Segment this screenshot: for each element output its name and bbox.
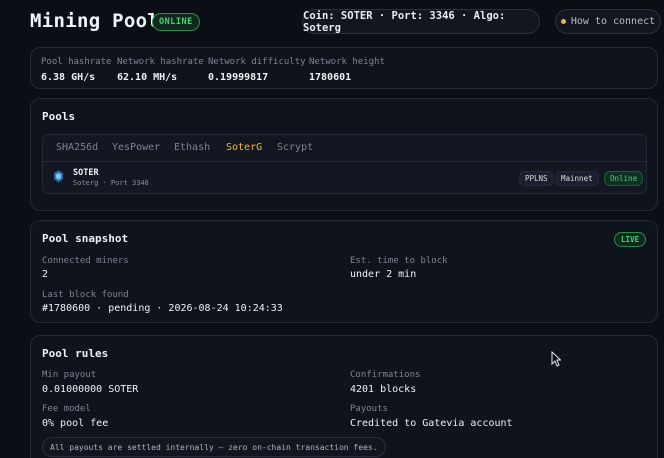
tab-soterg[interactable]: SoterG [226, 142, 262, 153]
pool-status-chip: Online [604, 171, 644, 186]
stat-value: 6.38 GH/s [41, 72, 96, 83]
pools-card: Pools SHA256d YesPower Ethash SoterG Scr… [30, 98, 658, 211]
network-stats-card: Pool hashrate 6.38 GH/s Network hashrate… [30, 47, 658, 89]
tab-yespower[interactable]: YesPower [112, 142, 160, 153]
soter-coin-icon [54, 170, 63, 183]
payouts-label: Payouts [350, 404, 388, 414]
coin-info-pill: Coin: SOTER · Port: 3346 · Algo: Soterg [302, 9, 540, 34]
page-title: Mining Pool [30, 10, 160, 32]
algo-tabs: SHA256d YesPower Ethash SoterG Scrypt [43, 135, 646, 162]
stat-pool-hashrate: Pool hashrate 6.38 GH/s [41, 57, 111, 83]
tab-ethash[interactable]: Ethash [174, 142, 210, 153]
stat-label: Network difficulty [208, 57, 306, 67]
stat-label: Network hashrate [117, 57, 204, 67]
confirmations-label: Confirmations [350, 370, 421, 380]
confirmations-value: 4201 blocks [350, 384, 417, 395]
payout-scheme-chip: PPLNS [519, 171, 554, 186]
stat-network-height: Network height 1780601 [309, 57, 385, 83]
amber-dot-icon [560, 19, 566, 24]
rules-title: Pool rules [42, 347, 109, 360]
last-block-label: Last block found [42, 290, 129, 300]
pool-name: SOTER [73, 168, 99, 178]
tab-sha256d[interactable]: SHA256d [56, 142, 98, 153]
payout-notice: All payouts are settled internally — zer… [42, 437, 386, 457]
stat-label: Pool hashrate [41, 57, 112, 67]
live-badge: LIVE [613, 232, 646, 247]
tab-scrypt[interactable]: Scrypt [277, 142, 313, 153]
fee-model-value: 0% pool fee [42, 418, 109, 429]
mouse-pointer-icon [551, 351, 561, 367]
stat-value: 0.19999817 [208, 72, 269, 83]
pool-row-soter[interactable]: SOTER Soterg · Port 3346 PPLNS Mainnet O… [43, 163, 646, 193]
how-to-connect-button[interactable]: How to connect [555, 9, 661, 34]
snapshot-title: Pool snapshot [42, 232, 129, 245]
connected-miners-label: Connected miners [42, 256, 129, 266]
last-block-value: #1780600 · pending · 2026-08-24 10:24:33 [42, 303, 283, 314]
min-payout-value: 0.01000000 SOTER [42, 384, 139, 395]
stat-network-difficulty: Network difficulty 0.19999817 [208, 57, 306, 83]
how-to-connect-label: How to connect [570, 16, 656, 27]
pool-snapshot-card: Pool snapshot LIVE Connected miners 2 Es… [30, 220, 658, 323]
est-time-value: under 2 min [350, 269, 417, 280]
stat-label: Network height [309, 57, 385, 67]
stat-network-hashrate: Network hashrate 62.10 MH/s [117, 57, 204, 83]
fee-model-label: Fee model [42, 404, 91, 414]
pools-title: Pools [42, 110, 76, 123]
pool-rules-card: Pool rules Min payout 0.01000000 SOTER C… [30, 335, 658, 458]
payouts-value: Credited to Gatevia account [350, 418, 513, 429]
pool-subtitle: Soterg · Port 3346 [73, 179, 149, 187]
est-time-label: Est. time to block [350, 256, 448, 266]
stat-value: 62.10 MH/s [117, 72, 178, 83]
connected-miners-value: 2 [42, 269, 49, 280]
stat-value: 1780601 [309, 72, 352, 83]
status-badge: ONLINE [152, 13, 200, 31]
min-payout-label: Min payout [42, 370, 97, 380]
page-header: Mining Pool ONLINE Coin: SOTER · Port: 3… [30, 8, 661, 38]
network-chip: Mainnet [555, 171, 599, 186]
pools-panel: SHA256d YesPower Ethash SoterG Scrypt SO… [42, 134, 647, 194]
